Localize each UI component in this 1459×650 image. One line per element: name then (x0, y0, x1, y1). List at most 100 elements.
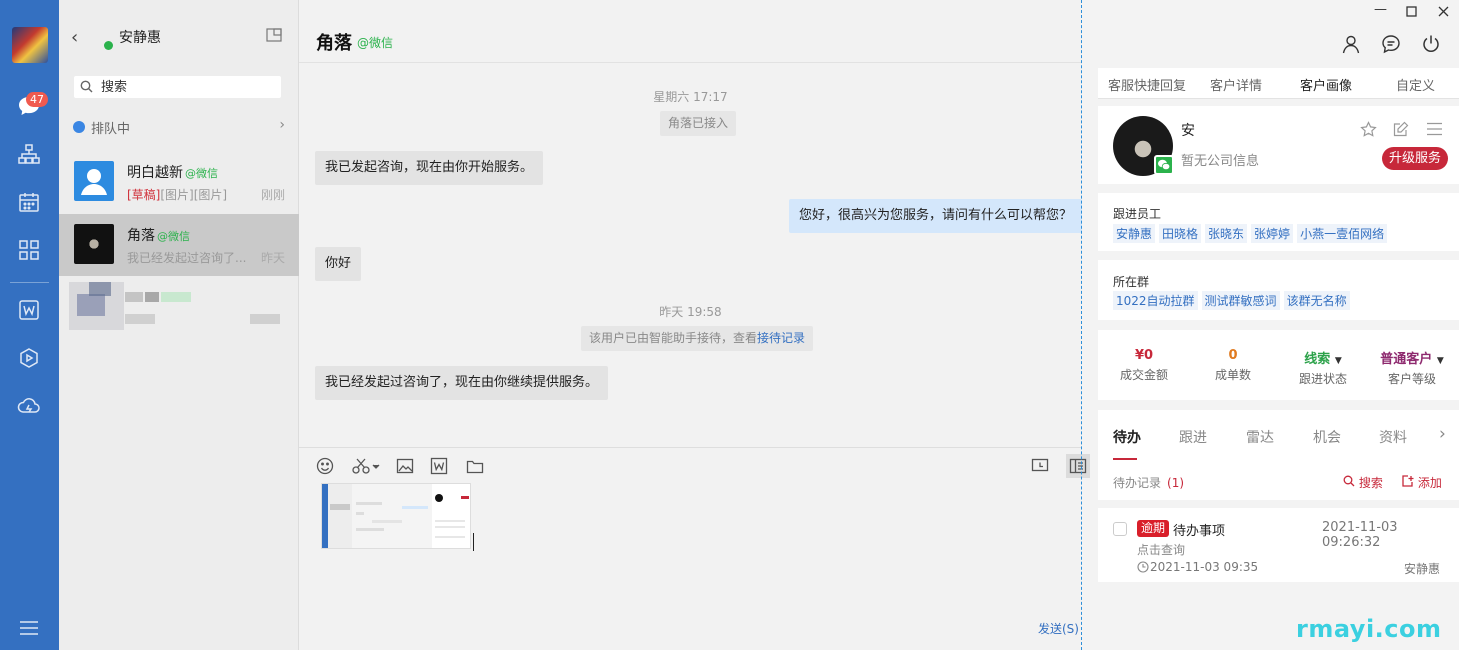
tab-follow-up[interactable]: 跟进 (1179, 427, 1207, 447)
user-profile-icon[interactable] (1341, 34, 1361, 54)
customer-name: 安 (1181, 123, 1195, 139)
pasted-screenshot-thumbnail[interactable] (321, 483, 471, 549)
staff-tag[interactable]: 小燕一壹佰网络 (1297, 224, 1388, 243)
task-checkbox[interactable] (1113, 522, 1127, 536)
company-info: 暂无公司信息 (1181, 154, 1260, 169)
conversation-item[interactable]: 明白越新 @微信 [草稿][图片][图片] 刚刚 (59, 151, 299, 213)
my-avatar[interactable] (12, 27, 48, 63)
list-menu-icon[interactable] (1427, 122, 1442, 136)
group-tag[interactable]: 测试群敏感词 (1201, 291, 1280, 310)
star-icon[interactable] (1360, 121, 1377, 138)
queue-label: 排队中 (91, 122, 131, 137)
maximize-icon[interactable] (1406, 6, 1417, 17)
task-owner: 安静惠 (1404, 562, 1441, 576)
task-detail[interactable]: 点击查询 (1137, 541, 1185, 558)
send-button[interactable]: 发送(S) (1038, 620, 1079, 637)
minimize-icon[interactable]: — (1374, 2, 1387, 17)
todo-records-label: 待办记录 (1) (1113, 476, 1185, 490)
groups-card: 所在群 1022自动拉群 测试群敏感词 该群无名称 (1098, 260, 1459, 320)
todo-add-button[interactable]: 添加 (1402, 474, 1442, 491)
tab-radar[interactable]: 雷达 (1246, 427, 1274, 447)
group-tags: 1022自动拉群 测试群敏感词 该群无名称 (1113, 291, 1354, 310)
panel-tabs: 客服快捷回复 客户详情 客户画像 自定义 (1098, 68, 1459, 99)
folder-icon[interactable] (465, 456, 485, 476)
conversation-item-active[interactable]: 角落 @微信 我已经发起过咨询了... 昨天 (59, 214, 299, 276)
hamburger-menu-icon[interactable] (17, 616, 41, 640)
stat-order-count: 0 成单数 (1198, 348, 1268, 383)
org-chart-icon[interactable] (17, 142, 41, 166)
tab-customer-details[interactable]: 客户详情 (1210, 75, 1262, 94)
staff-tag[interactable]: 张晓东 (1205, 224, 1248, 243)
toggle-side-panel-icon[interactable] (1066, 454, 1090, 478)
task-due-time: 2021-11-03 09:35 (1150, 560, 1259, 574)
conversation-title: 明白越新 @微信 (127, 165, 218, 181)
tab-materials[interactable]: 资料 (1379, 427, 1407, 447)
conversation-time: 刚刚 (260, 188, 285, 202)
stat-value: 普通客户 (1380, 352, 1433, 367)
add-note-icon (1402, 475, 1414, 487)
search-box (74, 76, 281, 98)
customer-panel: — 客服快捷回复 客户详情 客户画像 自定义 安 暂无公司信息 升级服务 跟进员… (1098, 0, 1459, 650)
chevron-right-icon[interactable]: › (1439, 424, 1446, 444)
todo-search-button[interactable]: 搜索 (1343, 474, 1383, 491)
close-icon[interactable] (1438, 6, 1449, 17)
stat-follow-status[interactable]: 线索 ▼ 跟进状态 (1288, 348, 1358, 387)
message-incoming: 你好 (315, 247, 362, 281)
group-tag[interactable]: 1022自动拉群 (1113, 291, 1198, 310)
queue-row[interactable]: 排队中 › (73, 117, 285, 137)
calendar-icon[interactable] (17, 190, 41, 214)
power-icon[interactable] (1421, 34, 1441, 54)
tab-todo[interactable]: 待办 (1113, 427, 1141, 447)
group-tag[interactable]: 该群无名称 (1283, 291, 1350, 310)
tab-customer-profile[interactable]: 客户画像 (1300, 75, 1352, 94)
apps-grid-icon[interactable] (17, 238, 41, 262)
staff-tag[interactable]: 安静惠 (1113, 224, 1156, 243)
edit-icon[interactable] (1393, 121, 1409, 137)
task-title: 待办事项 (1173, 524, 1226, 539)
staff-tags: 安静惠 田晓格 张晓东 张婷婷 小燕一壹佰网络 (1113, 224, 1391, 243)
composer-divider (299, 447, 1082, 448)
conversation-title: 角落 @微信 (127, 228, 190, 244)
cube-icon[interactable] (17, 346, 41, 370)
image-icon[interactable] (395, 456, 415, 476)
search-input[interactable] (101, 77, 276, 97)
timestamp: 昨天 19:58 (659, 305, 722, 319)
todo-search-label: 搜索 (1358, 476, 1383, 490)
chat-history-icon[interactable] (1030, 456, 1050, 476)
agent-header: ‹ 安静惠 (59, 0, 299, 70)
stat-deal-amount: ¥0 成交金额 (1109, 348, 1179, 383)
tab-quick-replies[interactable]: 客服快捷回复 (1108, 75, 1186, 94)
chevron-right-icon: › (279, 117, 285, 133)
message-bubble-icon[interactable] (1381, 34, 1401, 54)
clock-icon (1137, 561, 1149, 573)
chat-source: @微信 (357, 36, 394, 50)
emoji-icon[interactable] (315, 456, 335, 476)
system-notice: 该用户已由智能助手接待，查看接待记录 (581, 326, 814, 351)
tab-opportunity[interactable]: 机会 (1313, 427, 1341, 447)
todo-add-label: 添加 (1417, 476, 1442, 490)
search-icon (80, 80, 93, 93)
overdue-badge: 逾期 (1137, 520, 1170, 537)
stat-label: 跟进状态 (1298, 372, 1347, 386)
word-doc-icon[interactable] (17, 298, 41, 322)
active-tab-underline (1113, 458, 1137, 460)
blurred-conversation-item (69, 282, 280, 330)
tab-custom[interactable]: 自定义 (1396, 75, 1435, 94)
agent-name: 安静惠 (119, 30, 161, 46)
chat-area: 角落 @微信 星期六 17:17 角落已接入 我已发起咨询，现在由你开始服务。 … (299, 0, 1090, 650)
timestamp: 星期六 17:17 (653, 90, 728, 104)
resize-guide-line[interactable] (1081, 0, 1082, 650)
staff-tag[interactable]: 张婷婷 (1251, 224, 1294, 243)
word-file-icon[interactable] (429, 456, 449, 476)
message-incoming: 我已发起咨询，现在由你开始服务。 (315, 151, 544, 185)
system-notice-text: 该用户已由智能助手接待，查看 (589, 331, 758, 345)
upgrade-service-button[interactable]: 升级服务 (1382, 147, 1449, 170)
cloud-icon[interactable] (17, 394, 41, 418)
reception-record-link[interactable]: 接待记录 (757, 331, 805, 345)
dropdown-arrow-icon: ▼ (1436, 356, 1444, 366)
screenshot-scissors-icon[interactable] (350, 456, 382, 476)
popout-window-icon[interactable] (266, 28, 282, 42)
staff-tag[interactable]: 田晓格 (1159, 224, 1202, 243)
back-chevron-icon[interactable]: ‹ (71, 27, 78, 48)
stat-customer-level[interactable]: 普通客户 ▼ 客户等级 (1370, 348, 1454, 387)
